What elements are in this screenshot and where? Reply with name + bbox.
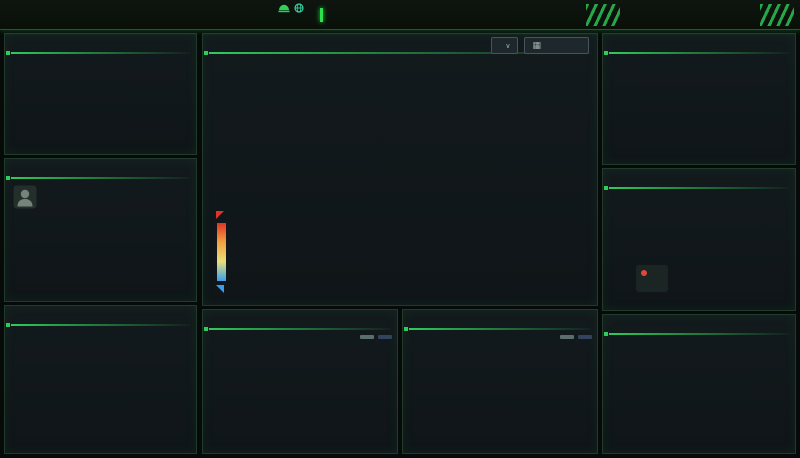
event-trend-chart <box>603 190 797 310</box>
year-type-select[interactable]: ∨ <box>491 37 518 54</box>
legend-high-marker <box>216 211 224 219</box>
button-current-month[interactable] <box>378 335 392 339</box>
panel-event-distribution: ∨ ▦ <box>202 33 598 306</box>
panel-title-live-feed <box>603 315 795 335</box>
panel-title-personnel <box>5 159 196 179</box>
tab-comprehensive-decision[interactable] <box>268 2 314 13</box>
personnel-total-row <box>13 185 46 209</box>
rework-period-buttons <box>560 335 592 339</box>
panel-live-feed <box>602 314 796 454</box>
header-stripe-left <box>586 4 620 26</box>
map-legend <box>213 209 227 295</box>
ontime-rate-gauges <box>203 335 397 453</box>
legend-low-marker <box>216 285 224 293</box>
panel-title-rework-rate <box>403 310 597 330</box>
panel-control-indicators <box>602 33 796 165</box>
event-distribution-map <box>203 56 599 306</box>
legend-swatch-current-month <box>772 56 785 63</box>
control-indicators-radar <box>603 56 797 164</box>
chevron-down-icon: ∨ <box>505 42 510 50</box>
avatar <box>13 185 37 209</box>
map-controls: ∨ ▦ <box>491 37 589 54</box>
trend-tooltip-dot <box>641 270 647 276</box>
panel-title-ontime-rate <box>203 310 397 330</box>
dome-icon <box>278 3 290 13</box>
panel-realtime-stats <box>4 33 197 155</box>
legend-gradient-bar <box>217 223 226 281</box>
trend-tooltip <box>636 265 668 292</box>
ontime-period-buttons <box>360 335 392 339</box>
radar-legend <box>772 56 789 76</box>
fire-trend-chart <box>8 370 194 456</box>
header-divider <box>320 8 323 22</box>
panel-title-realtime-stats <box>5 34 196 54</box>
top-header <box>0 0 800 30</box>
button-current-year[interactable] <box>360 335 374 339</box>
legend-swatch-last-month <box>772 66 785 73</box>
panel-rework-rate <box>402 309 598 454</box>
panel-ontime-rate <box>202 309 398 454</box>
button-current-year[interactable] <box>560 335 574 339</box>
panel-title-event-trend <box>603 169 795 189</box>
button-current-month[interactable] <box>578 335 592 339</box>
panel-fire-devices <box>4 305 197 454</box>
header-stripe-right <box>760 4 794 26</box>
live-feed-list <box>608 337 790 451</box>
rework-rate-gauge <box>405 335 521 453</box>
panel-title-control-indicators <box>603 34 795 54</box>
globe-icon <box>294 3 304 13</box>
calendar-icon: ▦ <box>532 40 541 51</box>
year-date-input[interactable]: ▦ <box>524 37 589 54</box>
panel-title-fire <box>5 306 196 326</box>
panel-personnel <box>4 158 197 302</box>
panel-event-trend <box>602 168 796 311</box>
center-tab-icons <box>268 3 314 13</box>
